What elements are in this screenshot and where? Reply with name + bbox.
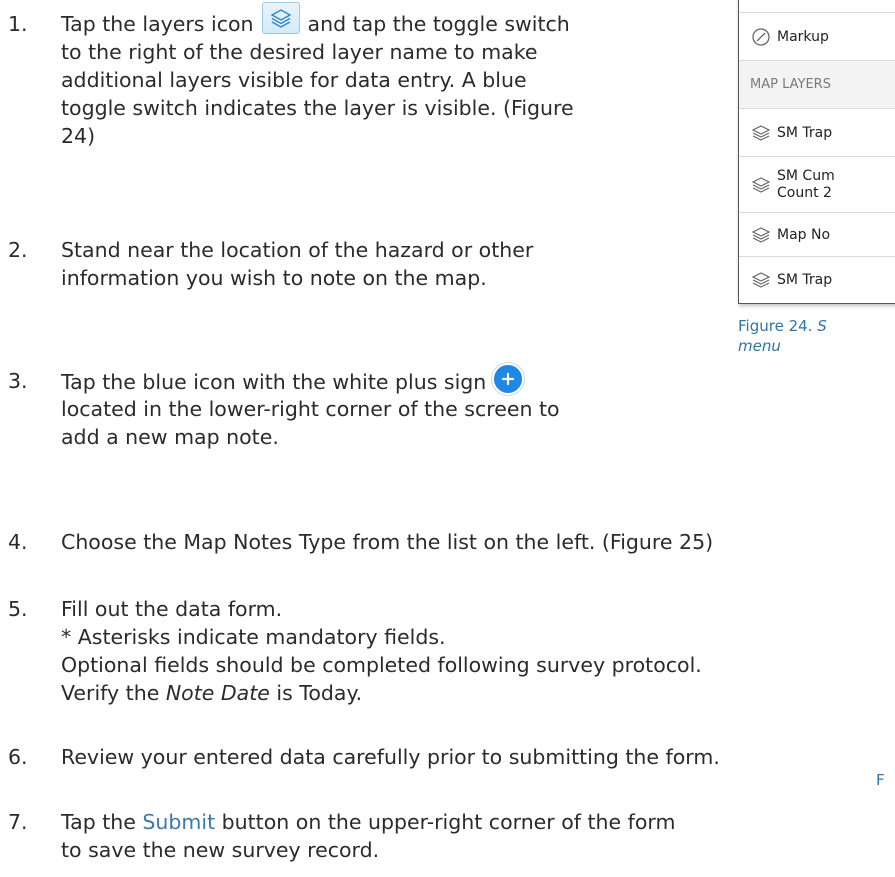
step-text: Tap the blue icon with the white plus si… [61,363,560,451]
step-text: Tap the layers icon and tap the toggle s… [61,2,574,150]
step-number: 1. [8,12,28,36]
markup-icon [752,28,770,46]
layer-row: SM Trap [739,108,895,157]
step-number: 6. [8,745,28,769]
layer-row: Map No [739,212,895,257]
layers-icon [751,272,771,288]
layer-row: SM Trap [739,256,895,303]
step-number: 7. [8,810,28,834]
layers-icon [751,125,771,141]
add-plus-icon [492,363,525,395]
step-text: Review your entered data carefully prior… [61,745,720,769]
map-layers-header: MAP LAYERS [739,60,895,108]
layers-icon [751,177,771,193]
markup-row: Markup [739,12,895,61]
step-text: Tap the Submit button on the upper-right… [61,810,676,862]
step-number: 2. [8,238,28,262]
step-number: 4. [8,530,28,554]
figure-24-layers-menu: Markup MAP LAYERS SM Trap SM Cum Count 2… [738,0,895,304]
step-text: Fill out the data form. * Asterisks indi… [61,597,702,705]
figure-25-caption-fragment: F [876,771,885,789]
layers-icon [751,227,771,243]
step-number: 3. [8,369,28,393]
submit-term: Submit [142,810,216,834]
layer-row: SM Cum Count 2 [739,156,895,213]
layers-icon [261,2,300,34]
step-number: 5. [8,597,28,621]
step-text: Choose the Map Notes Type from the list … [61,530,714,554]
step-text: Stand near the location of the hazard or… [61,238,534,290]
figure-24-caption: Figure 24. S menu [738,317,827,355]
note-date-term: Note Date [165,681,270,705]
